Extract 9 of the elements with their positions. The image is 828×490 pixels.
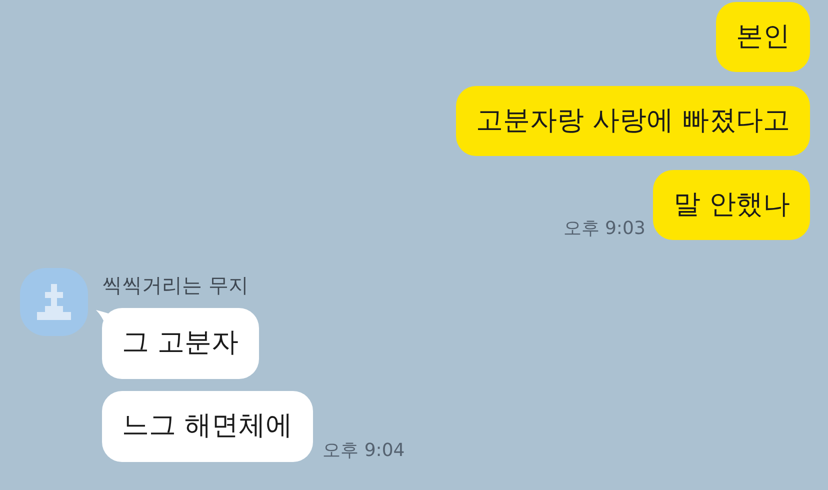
message-bubble: 고분자랑 사랑에 빠졌다고 <box>456 86 810 156</box>
message-time: 오후 9:04 <box>322 439 405 463</box>
cross-icon <box>37 284 71 320</box>
message-bubble: 그 고분자 <box>102 308 259 379</box>
message-bubble: 말 안했나 <box>653 170 810 240</box>
message-bubble: 느그 해면체에 <box>102 391 313 462</box>
sender-name: 씩씩거리는 무지 <box>102 272 250 299</box>
message-bubble: 본인 <box>716 2 810 72</box>
message-time: 오후 9:03 <box>563 217 646 241</box>
